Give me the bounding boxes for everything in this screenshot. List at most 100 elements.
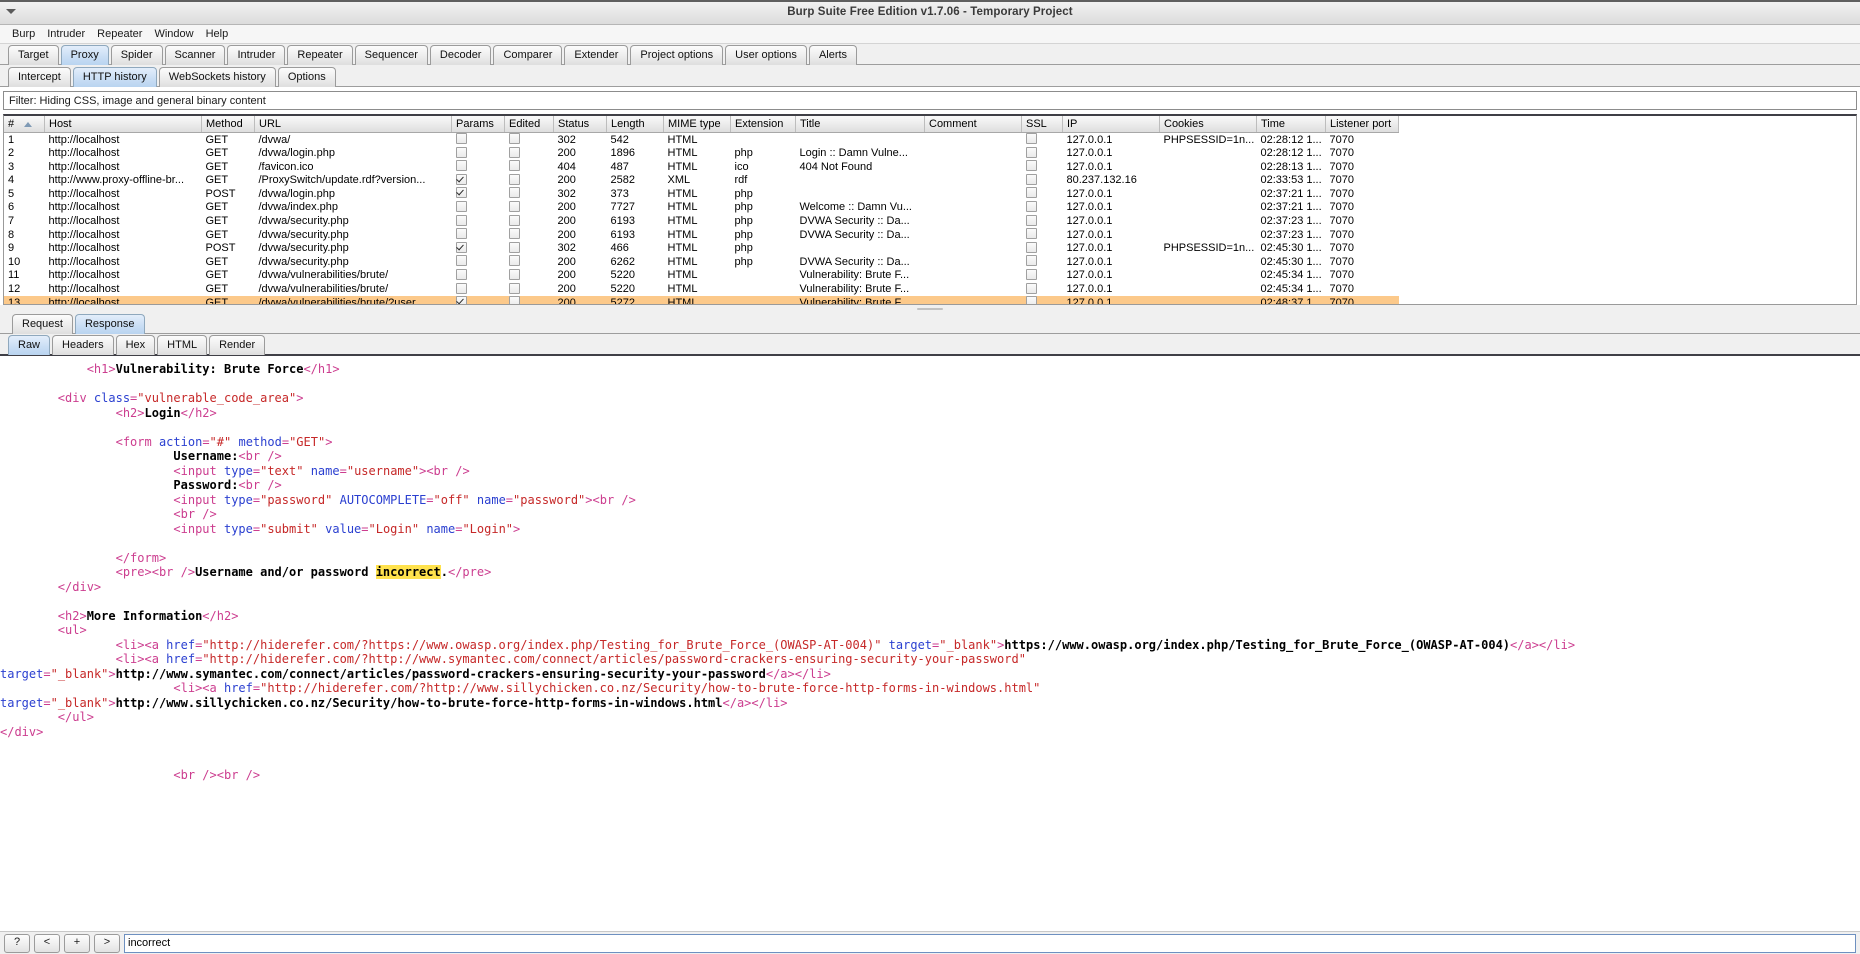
table-row[interactable]: 6http://localhostGET/dvwa/index.php20077… — [4, 201, 1399, 215]
tab-target[interactable]: Target — [8, 45, 59, 65]
column-header-status[interactable]: Status — [554, 116, 607, 133]
search-add-button[interactable]: + — [64, 934, 90, 953]
horizontal-splitter[interactable] — [0, 305, 1860, 313]
table-row[interactable]: 12http://localhostGET/dvwa/vulnerabiliti… — [4, 283, 1399, 297]
column-header-title[interactable]: Title — [796, 116, 925, 133]
cell-ssl-checkbox[interactable] — [1022, 269, 1063, 283]
filter-bar[interactable]: Filter: Hiding CSS, image and general bi… — [3, 91, 1857, 110]
table-row[interactable]: 11http://localhostGET/dvwa/vulnerabiliti… — [4, 269, 1399, 283]
tab-repeater[interactable]: Repeater — [287, 45, 352, 65]
tab-sequencer[interactable]: Sequencer — [355, 45, 428, 65]
cell-ssl-checkbox[interactable] — [1022, 133, 1063, 147]
tab-scanner[interactable]: Scanner — [165, 45, 226, 65]
cell-params-checkbox[interactable] — [452, 133, 505, 147]
cell-params-checkbox[interactable] — [452, 269, 505, 283]
column-header-url[interactable]: URL — [255, 116, 452, 133]
menu-item-intruder[interactable]: Intruder — [42, 26, 92, 42]
column-header-listener-port[interactable]: Listener port — [1326, 116, 1399, 133]
table-row[interactable]: 10http://localhostGET/dvwa/security.php2… — [4, 255, 1399, 269]
column-header-num[interactable]: # — [4, 116, 45, 133]
column-header-ip[interactable]: IP — [1063, 116, 1160, 133]
cell-edited-checkbox[interactable] — [505, 215, 554, 229]
cell-params-checkbox[interactable] — [452, 147, 505, 161]
search-previous-button[interactable]: < — [34, 934, 60, 953]
cell-ssl-checkbox[interactable] — [1022, 160, 1063, 174]
column-header-time[interactable]: Time — [1257, 116, 1326, 133]
cell-params-checkbox[interactable] — [452, 160, 505, 174]
cell-ssl-checkbox[interactable] — [1022, 187, 1063, 201]
cell-params-checkbox[interactable] — [452, 296, 505, 305]
tab-intruder[interactable]: Intruder — [227, 45, 285, 65]
table-row[interactable]: 3http://localhostGET/favicon.ico404487HT… — [4, 160, 1399, 174]
cell-params-checkbox[interactable] — [452, 228, 505, 242]
tab-extender[interactable]: Extender — [564, 45, 628, 65]
tab-html[interactable]: HTML — [157, 335, 207, 355]
cell-edited-checkbox[interactable] — [505, 147, 554, 161]
column-header-mime-type[interactable]: MIME type — [664, 116, 731, 133]
cell-params-checkbox[interactable] — [452, 174, 505, 188]
table-row[interactable]: 9http://localhostPOST/dvwa/security.php3… — [4, 242, 1399, 256]
tab-options[interactable]: Options — [278, 67, 336, 87]
cell-edited-checkbox[interactable] — [505, 228, 554, 242]
tab-render[interactable]: Render — [209, 335, 265, 355]
cell-params-checkbox[interactable] — [452, 283, 505, 297]
response-body-viewer[interactable]: <h1>Vulnerability: Brute Force</h1> <div… — [0, 356, 1860, 931]
cell-ssl-checkbox[interactable] — [1022, 215, 1063, 229]
search-help-button[interactable]: ? — [4, 934, 30, 953]
column-header-length[interactable]: Length — [607, 116, 664, 133]
cell-edited-checkbox[interactable] — [505, 283, 554, 297]
column-header-ssl[interactable]: SSL — [1022, 116, 1063, 133]
tab-raw[interactable]: Raw — [8, 335, 50, 355]
cell-params-checkbox[interactable] — [452, 187, 505, 201]
cell-edited-checkbox[interactable] — [505, 201, 554, 215]
table-row[interactable]: 8http://localhostGET/dvwa/security.php20… — [4, 228, 1399, 242]
cell-params-checkbox[interactable] — [452, 215, 505, 229]
tab-hex[interactable]: Hex — [116, 335, 156, 355]
menu-item-help[interactable]: Help — [201, 26, 236, 42]
table-row[interactable]: 7http://localhostGET/dvwa/security.php20… — [4, 215, 1399, 229]
cell-ssl-checkbox[interactable] — [1022, 283, 1063, 297]
caret-down-icon[interactable] — [6, 9, 16, 14]
cell-edited-checkbox[interactable] — [505, 242, 554, 256]
cell-edited-checkbox[interactable] — [505, 174, 554, 188]
search-input[interactable] — [124, 934, 1856, 953]
tab-http-history[interactable]: HTTP history — [73, 67, 157, 87]
tab-alerts[interactable]: Alerts — [809, 45, 857, 65]
cell-edited-checkbox[interactable] — [505, 187, 554, 201]
cell-params-checkbox[interactable] — [452, 255, 505, 269]
tab-intercept[interactable]: Intercept — [8, 67, 71, 87]
table-row[interactable]: 2http://localhostGET/dvwa/login.php20018… — [4, 147, 1399, 161]
table-row[interactable]: 4http://www.proxy-offline-br...GET/Proxy… — [4, 174, 1399, 188]
cell-edited-checkbox[interactable] — [505, 133, 554, 147]
cell-ssl-checkbox[interactable] — [1022, 147, 1063, 161]
cell-ssl-checkbox[interactable] — [1022, 201, 1063, 215]
column-header-edited[interactable]: Edited — [505, 116, 554, 133]
menu-item-repeater[interactable]: Repeater — [92, 26, 149, 42]
menu-item-burp[interactable]: Burp — [7, 26, 42, 42]
column-header-params[interactable]: Params — [452, 116, 505, 133]
cell-params-checkbox[interactable] — [452, 201, 505, 215]
cell-edited-checkbox[interactable] — [505, 296, 554, 305]
tab-decoder[interactable]: Decoder — [430, 45, 492, 65]
column-header-cookies[interactable]: Cookies — [1160, 116, 1257, 133]
tab-project-options[interactable]: Project options — [630, 45, 723, 65]
cell-edited-checkbox[interactable] — [505, 160, 554, 174]
cell-ssl-checkbox[interactable] — [1022, 174, 1063, 188]
tab-request[interactable]: Request — [12, 314, 73, 334]
column-header-extension[interactable]: Extension — [731, 116, 796, 133]
tab-proxy[interactable]: Proxy — [61, 45, 109, 65]
search-next-button[interactable]: > — [94, 934, 120, 953]
cell-ssl-checkbox[interactable] — [1022, 228, 1063, 242]
tab-comparer[interactable]: Comparer — [493, 45, 562, 65]
cell-edited-checkbox[interactable] — [505, 269, 554, 283]
tab-headers[interactable]: Headers — [52, 335, 114, 355]
cell-ssl-checkbox[interactable] — [1022, 255, 1063, 269]
tab-user-options[interactable]: User options — [725, 45, 807, 65]
cell-params-checkbox[interactable] — [452, 242, 505, 256]
tab-response[interactable]: Response — [75, 314, 145, 334]
cell-edited-checkbox[interactable] — [505, 255, 554, 269]
column-header-method[interactable]: Method — [202, 116, 255, 133]
tab-spider[interactable]: Spider — [111, 45, 163, 65]
table-row[interactable]: 1http://localhostGET/dvwa/302542HTML127.… — [4, 133, 1399, 147]
cell-ssl-checkbox[interactable] — [1022, 242, 1063, 256]
